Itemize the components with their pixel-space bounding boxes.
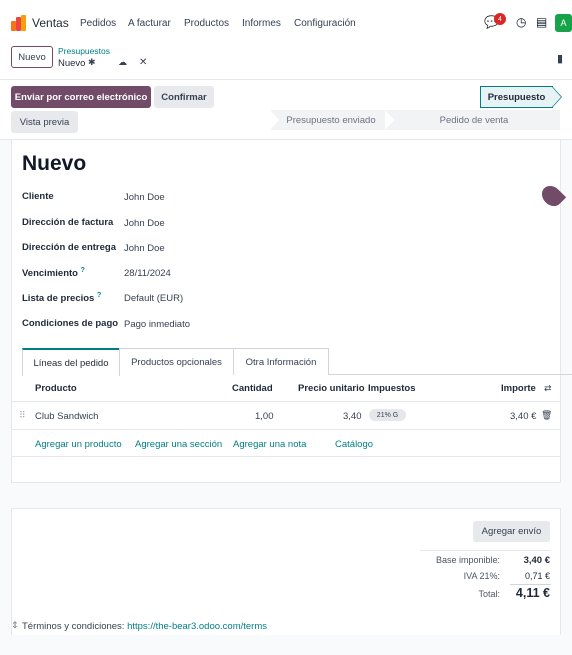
row-divider xyxy=(11,508,561,509)
add-note-link[interactable]: Agregar una nota xyxy=(233,439,306,450)
base-label: Base imponible: xyxy=(435,555,500,565)
pricelist-field[interactable]: Default (EUR) xyxy=(124,293,183,304)
page-title: Nuevo xyxy=(22,152,87,175)
optional-columns-icon[interactable]: ⇄ xyxy=(544,383,552,394)
validity-date-field[interactable]: 28/11/2024 xyxy=(124,268,171,279)
catalog-link[interactable]: Catálogo xyxy=(335,439,373,450)
add-section-link[interactable]: Agregar una sección xyxy=(135,439,222,450)
send-email-button[interactable]: Enviar por correo electrónico xyxy=(11,86,151,108)
cloud-save-icon[interactable]: ☁ xyxy=(118,57,127,68)
tab-optional-products[interactable]: Productos opcionales xyxy=(119,348,234,375)
menu-item-a-facturar[interactable]: A facturar xyxy=(128,18,171,29)
breadcrumb-current: Nuevo xyxy=(58,58,86,69)
column-header-product[interactable]: Producto xyxy=(35,383,77,394)
tax-label: IVA 21%: xyxy=(463,571,500,581)
help-icon[interactable]: ? xyxy=(81,267,85,274)
menu-item-configuracion[interactable]: Configuración xyxy=(294,18,356,29)
gear-icon[interactable]: ✱ xyxy=(88,57,96,68)
book-icon[interactable]: ▮ xyxy=(557,52,563,65)
app-logo-icon[interactable] xyxy=(11,15,27,31)
column-header-quantity[interactable]: Cantidad xyxy=(232,383,273,394)
menu-item-productos[interactable]: Productos xyxy=(184,18,229,29)
company-building-icon[interactable]: ▤ xyxy=(536,15,547,29)
terms-label: Términos y condiciones: xyxy=(22,621,125,632)
preview-button[interactable]: Vista previa xyxy=(11,111,78,133)
field-label-text: Lista de precios xyxy=(22,293,95,305)
confirm-button[interactable]: Confirmar xyxy=(154,86,214,108)
row-divider xyxy=(11,456,561,457)
field-label-pricelist: Lista de precios ? xyxy=(22,292,101,304)
discard-close-icon[interactable]: ✕ xyxy=(139,57,147,68)
field-label-invoice-address: Dirección de factura xyxy=(22,217,114,228)
line-quantity[interactable]: 1,00 xyxy=(255,411,274,422)
add-shipping-button[interactable]: Agregar envío xyxy=(473,521,550,542)
totals-divider xyxy=(420,550,551,551)
help-icon[interactable]: ? xyxy=(97,292,101,299)
stage-arrow-inner xyxy=(552,87,561,107)
stage-chevron xyxy=(385,110,394,130)
menu-item-informes[interactable]: Informes xyxy=(242,18,281,29)
field-label-vencimiento: Vencimiento ? xyxy=(22,267,85,279)
stage-chevron xyxy=(270,110,279,130)
total-divider xyxy=(510,584,551,585)
table-header-divider xyxy=(11,401,561,402)
column-header-taxes[interactable]: Impuestos xyxy=(368,383,416,394)
new-button[interactable]: Nuevo xyxy=(11,46,53,68)
total-label: Total: xyxy=(478,589,500,599)
tax-badge[interactable]: 21% G xyxy=(369,409,406,421)
tab-order-lines[interactable]: Líneas del pedido xyxy=(22,348,120,376)
delivery-address-field[interactable]: John Doe xyxy=(124,243,165,254)
stage-pedido-de-venta[interactable]: Pedido de venta xyxy=(394,110,554,130)
invoice-address-field[interactable]: John Doe xyxy=(124,218,165,229)
app-name[interactable]: Ventas xyxy=(32,16,69,30)
activity-clock-icon[interactable]: ◷ xyxy=(516,15,526,29)
user-avatar[interactable]: A xyxy=(555,14,572,32)
field-label-delivery-address: Dirección de entrega xyxy=(22,242,116,253)
field-label-text: Vencimiento xyxy=(22,268,78,280)
empty-table-row xyxy=(11,483,561,509)
tab-other-info[interactable]: Otra Información xyxy=(233,348,329,375)
menu-item-pedidos[interactable]: Pedidos xyxy=(80,18,116,29)
total-value: 4,11 € xyxy=(515,586,550,600)
messages-badge: 4 xyxy=(494,13,506,25)
column-header-unit-price[interactable]: Precio unitario xyxy=(298,383,365,394)
drag-handle-icon[interactable]: ⠿ xyxy=(19,410,26,421)
breadcrumb-parent[interactable]: Presupuestos xyxy=(58,46,110,56)
tax-value: 0,71 € xyxy=(524,571,550,581)
field-label-payment-terms: Condiciones de pago xyxy=(22,318,119,329)
base-value: 3,40 € xyxy=(523,555,550,566)
line-unit-price[interactable]: 3,40 xyxy=(343,411,362,422)
sort-toggle-icon: ⇕ xyxy=(11,620,19,630)
column-header-amount[interactable]: Importe xyxy=(501,383,536,394)
add-product-link[interactable]: Agregar un producto xyxy=(35,439,122,450)
stage-presupuesto-enviado[interactable]: Presupuesto enviado xyxy=(279,110,383,130)
line-amount: 3,40 € xyxy=(510,411,537,422)
stage-presupuesto[interactable]: Presupuesto xyxy=(480,86,553,108)
field-label-cliente: Cliente xyxy=(22,191,54,202)
terms-and-conditions: Términos y condiciones: https://the-bear… xyxy=(22,621,267,632)
row-divider xyxy=(11,429,561,430)
line-product[interactable]: Club Sandwich xyxy=(35,411,98,422)
terms-link[interactable]: https://the-bear3.odoo.com/terms xyxy=(127,621,267,632)
payment-terms-field[interactable]: Pago inmediato xyxy=(124,319,190,330)
row-divider xyxy=(11,482,561,483)
customer-field[interactable]: John Doe xyxy=(124,192,165,203)
delete-trash-icon[interactable]: 🗑 xyxy=(541,410,552,421)
